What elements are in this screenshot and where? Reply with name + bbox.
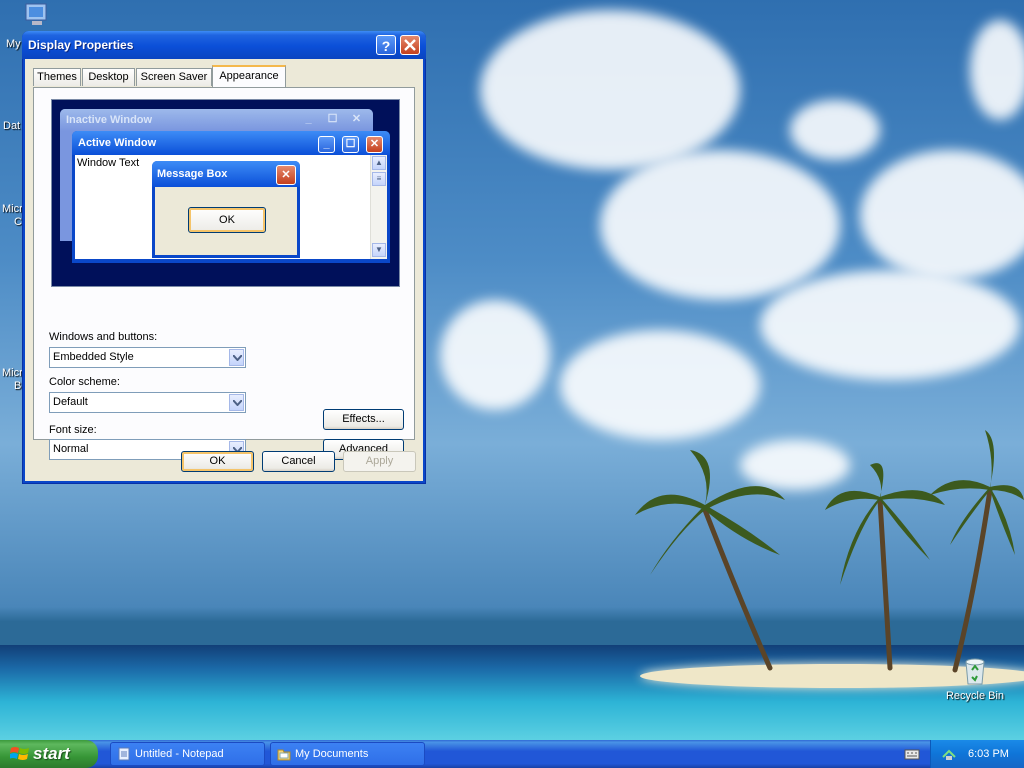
ok-button[interactable]: OK	[181, 451, 254, 472]
apply-button[interactable]: Apply	[343, 451, 416, 472]
taskbar-item-label: My Documents	[295, 748, 369, 760]
start-label: start	[33, 744, 70, 763]
recycle-bin[interactable]: Recycle Bin	[940, 656, 1010, 702]
preview-ok-button: OK	[188, 207, 266, 233]
tab-appearance[interactable]: Appearance	[212, 65, 286, 87]
font-size-label: Font size:	[49, 424, 97, 436]
color-scheme-label: Color scheme:	[49, 376, 120, 388]
close-icon: ✕	[351, 113, 362, 125]
desktop-icon-label[interactable]: Micr	[2, 367, 23, 379]
my-computer-icon[interactable]	[22, 2, 56, 28]
windows-logo-icon	[10, 747, 29, 760]
clock[interactable]: 6:03 PM	[968, 740, 1009, 768]
desktop-icon-label[interactable]: B	[14, 380, 21, 392]
help-button[interactable]: ?	[376, 35, 396, 55]
color-scheme-value: Default	[53, 396, 88, 408]
message-box-body: OK	[155, 187, 297, 255]
taskbar: start Untitled - Notepad My Documents 6:…	[0, 740, 1024, 768]
taskbar-item-notepad[interactable]: Untitled - Notepad	[110, 742, 265, 766]
minimize-icon: _	[318, 136, 335, 153]
dialog-client-area: Themes Desktop Screen Saver Appearance I…	[25, 59, 423, 481]
close-button[interactable]	[400, 35, 420, 55]
folder-icon	[277, 749, 291, 761]
maximize-icon: ☐	[342, 136, 359, 153]
notepad-icon	[118, 747, 130, 761]
desktop-icon-label[interactable]: C	[14, 216, 22, 228]
preview-message-box: Message Box ✕ OK	[152, 161, 300, 258]
windows-buttons-value: Embedded Style	[53, 351, 134, 363]
window-title: Display Properties	[28, 38, 134, 52]
tab-screen-saver[interactable]: Screen Saver	[136, 68, 212, 86]
minimize-icon: _	[305, 113, 312, 125]
window-text-sample: Window Text	[77, 157, 140, 169]
close-icon: ✕	[366, 136, 383, 153]
scroll-down-icon: ▼	[372, 243, 386, 257]
system-tray: 6:03 PM	[930, 740, 1024, 768]
preview-scrollbar: ▲ ≡ ▼	[370, 155, 387, 259]
tab-desktop[interactable]: Desktop	[82, 68, 135, 86]
appearance-preview: Inactive Window _ ☐ ✕ Active Window _ ☐ …	[51, 99, 400, 287]
taskbar-item-label: Untitled - Notepad	[135, 748, 224, 760]
chevron-down-icon[interactable]	[229, 349, 244, 366]
taskbar-item-my-documents[interactable]: My Documents	[270, 742, 425, 766]
safely-remove-hardware-icon[interactable]	[941, 747, 957, 761]
tab-themes[interactable]: Themes	[33, 68, 81, 86]
scroll-thumb: ≡	[372, 172, 386, 186]
windows-buttons-label: Windows and buttons:	[49, 331, 158, 343]
effects-button[interactable]: Effects...	[323, 409, 404, 430]
cancel-button[interactable]: Cancel	[262, 451, 335, 472]
font-size-value: Normal	[53, 443, 89, 455]
chevron-down-icon[interactable]	[229, 394, 244, 411]
close-icon: ✕	[276, 165, 296, 185]
windows-buttons-select[interactable]: Embedded Style	[49, 347, 246, 368]
scroll-up-icon: ▲	[372, 156, 386, 170]
appearance-panel: Inactive Window _ ☐ ✕ Active Window _ ☐ …	[33, 87, 415, 460]
desktop-icon-label[interactable]: Micr	[2, 203, 23, 215]
recycle-bin-icon	[962, 656, 988, 686]
maximize-icon: ☐	[327, 113, 338, 125]
close-icon	[404, 39, 416, 51]
display-properties-window: Display Properties ? Themes Desktop Scre…	[22, 31, 426, 484]
desktop-icon-label[interactable]: Dat	[3, 120, 20, 132]
desktop-icon-label[interactable]: My	[6, 38, 21, 50]
title-bar[interactable]: Display Properties ?	[22, 31, 426, 59]
color-scheme-select[interactable]: Default	[49, 392, 246, 413]
start-button[interactable]: start	[0, 740, 98, 768]
recycle-bin-label: Recycle Bin	[945, 690, 1005, 702]
keyboard-icon[interactable]	[904, 748, 920, 760]
